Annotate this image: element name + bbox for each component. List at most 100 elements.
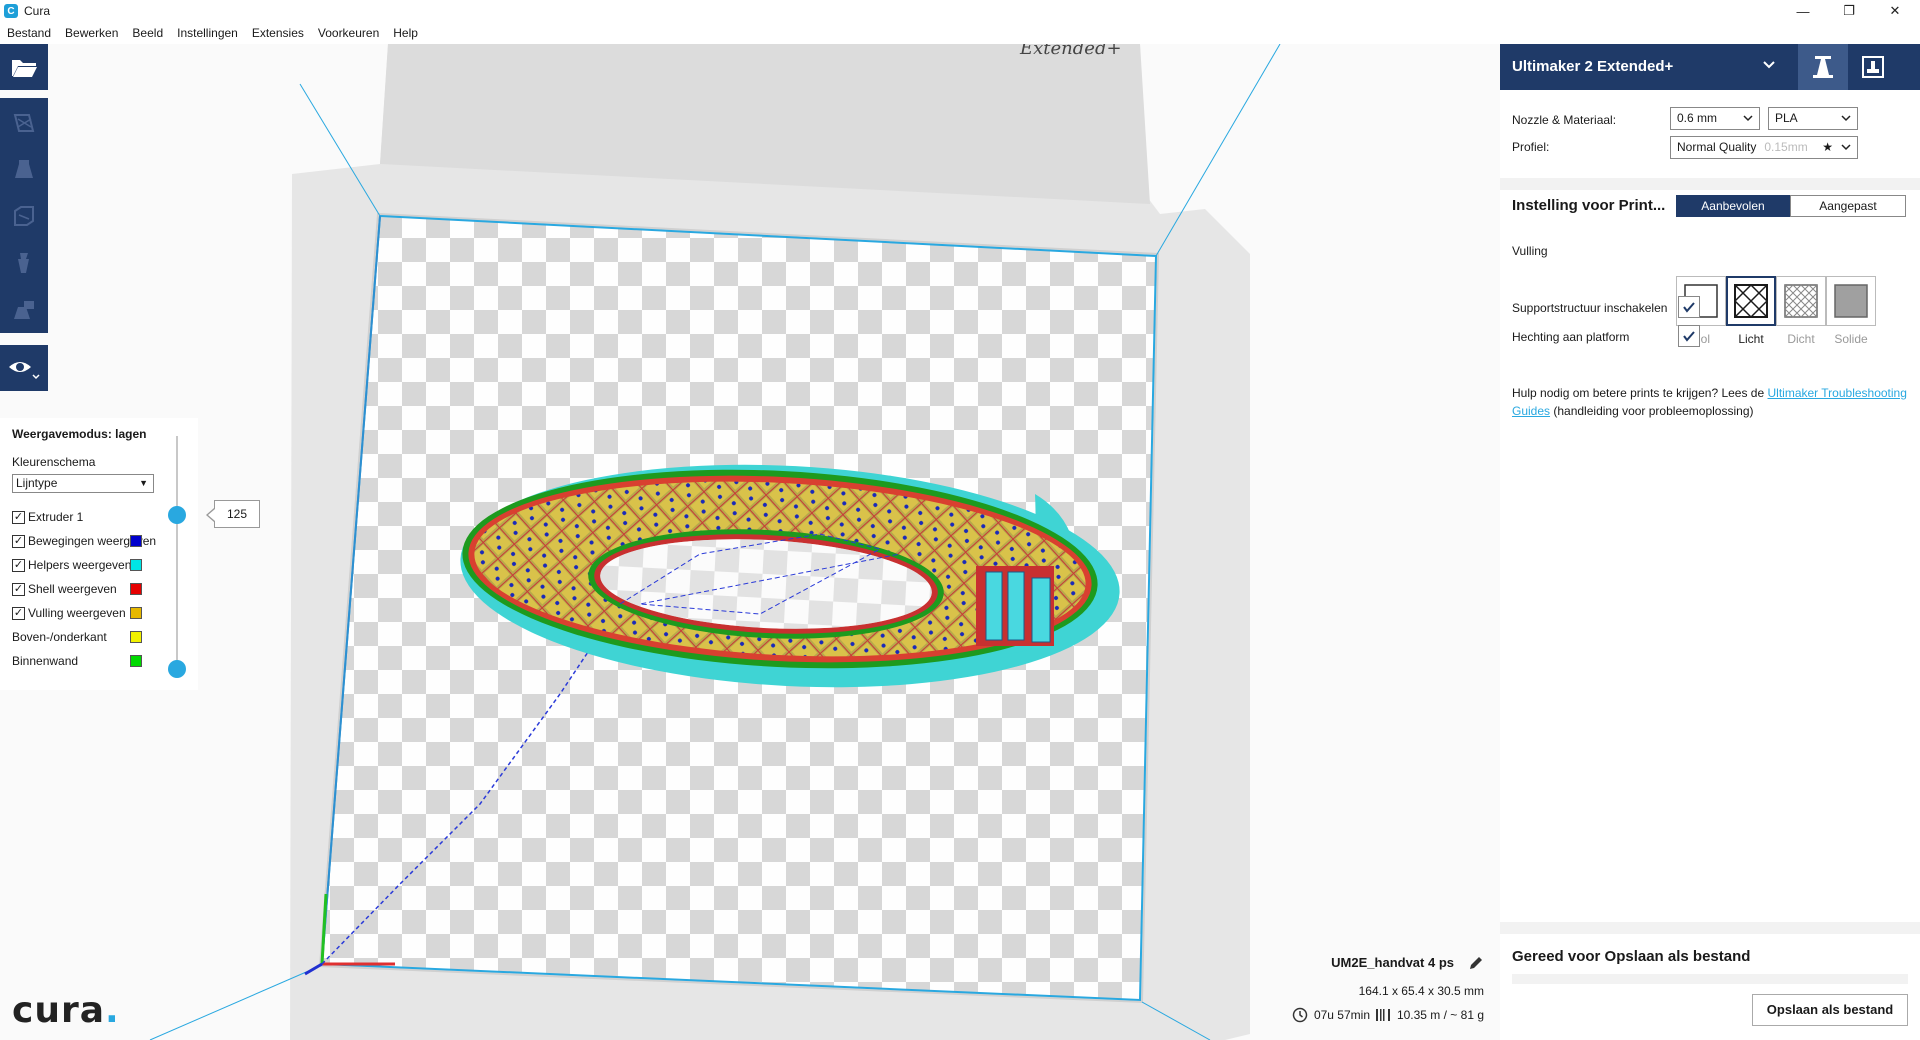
mirror-tool-button[interactable]	[0, 239, 48, 286]
move-tool-icon	[13, 113, 35, 132]
infill-color-swatch	[130, 607, 142, 619]
save-to-file-button[interactable]: Opslaan als bestand	[1752, 994, 1908, 1026]
color-scheme-value: Lijntype	[16, 476, 58, 490]
tab-custom[interactable]: Aangepast	[1790, 195, 1906, 217]
travels-color-swatch	[130, 535, 142, 547]
infill-label: Vulling	[1512, 244, 1548, 258]
window-title: Cura	[24, 4, 51, 18]
clip-rib-3	[1031, 577, 1051, 643]
prepare-mode-button[interactable]	[1798, 44, 1848, 90]
3d-viewport[interactable]: Extended+	[0, 44, 1500, 1040]
nozzle-material-label: Nozzle & Materiaal:	[1512, 113, 1617, 127]
monitor-mode-button[interactable]	[1848, 44, 1898, 90]
save-progress-bar	[1512, 974, 1908, 984]
restore-button[interactable]: ❐	[1826, 0, 1872, 22]
chevron-down-icon	[1763, 61, 1775, 69]
legend-label: Helpers weergeven	[28, 558, 132, 572]
adhesion-checkbox[interactable]	[1678, 325, 1700, 347]
filament-spool-icon	[1375, 1009, 1390, 1021]
top-bottom-color-swatch	[130, 631, 142, 643]
menu-bar: Bestand Bewerken Beeld Instellingen Exte…	[0, 22, 425, 44]
view-mode-button[interactable]	[0, 345, 48, 391]
legend-shell[interactable]: ✓ Shell weergeven	[12, 580, 117, 598]
infill-dense-icon[interactable]	[1776, 276, 1826, 326]
profile-label: Profiel:	[1512, 140, 1550, 154]
layer-slider-lower-handle[interactable]	[168, 660, 186, 678]
job-name[interactable]: UM2E_handvat 4 ps	[1331, 955, 1454, 970]
sidebar-divider	[1500, 178, 1920, 190]
layer-slider-upper-handle[interactable]	[168, 506, 186, 524]
material-select[interactable]: PLA	[1768, 107, 1858, 130]
shell-color-swatch	[130, 583, 142, 595]
edit-job-name-button[interactable]	[1468, 955, 1484, 974]
checkbox-infill[interactable]: ✓	[12, 606, 25, 620]
minimize-button[interactable]: —	[1780, 0, 1826, 22]
save-status-title: Gereed voor Opslaan als bestand	[1512, 948, 1751, 965]
infill-option-dense[interactable]: Dicht	[1776, 276, 1826, 346]
infill-solid-icon[interactable]	[1826, 276, 1876, 326]
sidebar-header: Ultimaker 2 Extended+	[1500, 44, 1920, 90]
rotate-tool-icon	[14, 205, 34, 226]
print-time-value: 07u 57min	[1313, 1008, 1370, 1022]
clip-rib-1	[985, 571, 1003, 641]
infill-option-label: Solide	[1834, 332, 1868, 346]
legend-extruder-1[interactable]: ✓ Extruder 1	[12, 508, 83, 526]
menu-preferences[interactable]: Voorkeuren	[311, 26, 386, 40]
infill-option-label: Dicht	[1787, 332, 1815, 346]
help-text: Hulp nodig om betere prints te krijgen? …	[1512, 384, 1912, 420]
menu-edit[interactable]: Bewerken	[58, 26, 125, 40]
cura-logo: cura.	[12, 990, 120, 1031]
menu-view[interactable]: Beeld	[125, 26, 170, 40]
title-bar: C Cura — ❐ ✕	[0, 0, 1920, 22]
close-button[interactable]: ✕	[1872, 0, 1918, 22]
print-setup-title: Instelling voor Print...	[1512, 197, 1666, 214]
clip-rib-2	[1007, 571, 1025, 641]
build-plate-scene[interactable]: Extended+	[0, 44, 1500, 1040]
model-dimensions: 164.1 x 65.4 x 30.5 mm	[1358, 984, 1484, 998]
material-value: PLA	[1775, 111, 1798, 125]
per-model-settings-button[interactable]	[0, 286, 48, 333]
printer-selector[interactable]: Ultimaker 2 Extended+	[1512, 58, 1673, 75]
chevron-down-icon	[1841, 137, 1851, 165]
checkmark-icon	[1683, 331, 1695, 342]
logo-text: cura	[12, 990, 106, 1031]
mirror-tool-icon	[18, 252, 29, 273]
nozzle-select[interactable]: 0.6 mm	[1670, 107, 1760, 130]
sidebar-bottom-divider	[1500, 922, 1920, 934]
scale-tool-button[interactable]	[0, 145, 48, 192]
settings-sidebar: Ultimaker 2 Extended+ Nozzle & Materiaal…	[1500, 44, 1920, 1040]
dropdown-arrow-icon: ▼	[139, 478, 148, 488]
view-mode-title: Weergavemodus: lagen	[12, 427, 147, 441]
checkbox-travels[interactable]: ✓	[12, 534, 25, 548]
menu-file[interactable]: Bestand	[0, 26, 58, 40]
logo-dot: .	[105, 990, 120, 1031]
infill-option-light[interactable]: Licht	[1726, 276, 1776, 346]
scale-tool-icon	[15, 159, 33, 178]
menu-help[interactable]: Help	[386, 26, 425, 40]
infill-light-icon[interactable]	[1726, 276, 1776, 326]
checkmark-icon	[1683, 302, 1695, 313]
printer-selector-chevron[interactable]	[1762, 58, 1776, 77]
checkbox-extruder-1[interactable]: ✓	[12, 510, 25, 524]
left-toolbar	[0, 44, 48, 391]
tab-recommended[interactable]: Aanbevolen	[1676, 195, 1790, 217]
menu-settings[interactable]: Instellingen	[170, 26, 245, 40]
translate-tool-button[interactable]	[0, 98, 48, 145]
support-checkbox[interactable]	[1678, 296, 1700, 318]
rotate-tool-button[interactable]	[0, 192, 48, 239]
legend-helpers[interactable]: ✓ Helpers weergeven	[12, 556, 131, 574]
open-file-button[interactable]	[0, 44, 48, 90]
legend-label: Extruder 1	[28, 510, 84, 524]
nozzle-value: 0.6 mm	[1677, 111, 1718, 125]
legend-infill[interactable]: ✓ Vulling weergeven	[12, 604, 126, 622]
current-layer-field[interactable]: 125	[206, 500, 260, 528]
clock-icon	[1292, 1007, 1308, 1023]
checkbox-helpers[interactable]: ✓	[12, 558, 25, 572]
menu-extensions[interactable]: Extensies	[245, 26, 311, 40]
color-scheme-select[interactable]: Lijntype ▼	[12, 474, 154, 493]
layer-slider-track[interactable]	[176, 436, 178, 668]
infill-option-solid[interactable]: Solide	[1826, 276, 1876, 346]
checkbox-shell[interactable]: ✓	[12, 582, 25, 596]
prepare-icon	[1813, 56, 1833, 78]
profile-select[interactable]: Normal Quality 0.15mm ★	[1670, 136, 1858, 159]
